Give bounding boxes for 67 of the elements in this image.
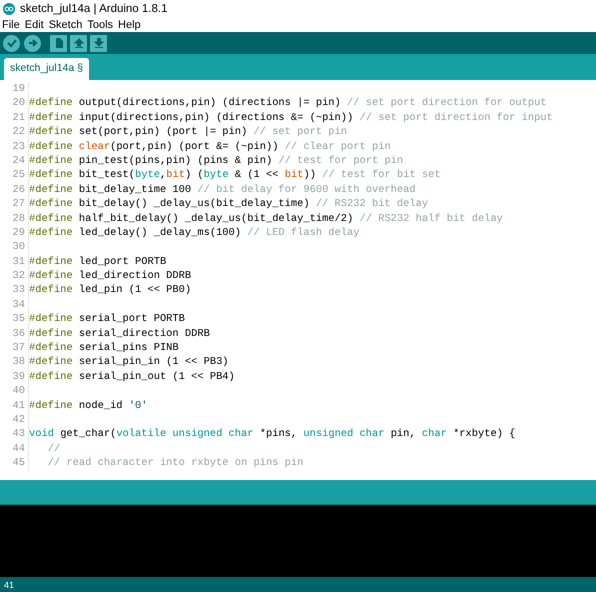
code-line: #define bit_delay() _delay_us(bit_delay_time) // RS232 bit delay — [29, 197, 428, 212]
code-line: #define bit_test(byte,bit) (byte & (1 << bit)) // test for bit set — [29, 168, 441, 183]
line-number: 42 — [0, 412, 29, 428]
line-number: 28 — [0, 212, 29, 226]
code-line: // — [46, 442, 60, 456]
check-icon — [6, 37, 18, 49]
arrow-down-icon — [92, 37, 104, 49]
file-tab[interactable]: sketch_jul14a § — [4, 58, 89, 80]
code-line: #define serial_pin_in (1 << PB3) — [29, 355, 229, 370]
line-number: 38 — [0, 355, 29, 370]
line-number: 24 — [0, 154, 29, 168]
line-number: 45 — [0, 456, 29, 471]
app-logo-icon — [3, 2, 15, 14]
line-number: 39 — [0, 370, 29, 384]
line-number: 30 — [0, 240, 29, 255]
code-line: #define led_pin (1 << PB0) — [29, 283, 192, 298]
code-line: #define pin_test(pins,pin) (pins & pin) // test for port pin — [29, 154, 404, 168]
line-number: 35 — [0, 312, 29, 327]
code-line: #define set(port,pin) (port |= pin) // set port pin — [29, 125, 348, 140]
line-number: 34 — [0, 298, 29, 312]
code-line: #define bit_delay_time 100 // bit delay for 9600 with overhead — [29, 182, 416, 198]
code-line: // read character into rxbyte on pins pin — [46, 456, 304, 471]
line-number: 33 — [0, 283, 29, 298]
arrow-right-icon — [26, 37, 38, 49]
menu-item[interactable]: File — [2, 18, 20, 30]
line-number: 20 — [0, 96, 29, 111]
code-line: #define input(directions,pin) (directions &= (~pin)) // set port direction for input — [29, 110, 553, 126]
code-line: #define serial_pin_out (1 << PB4) — [29, 370, 235, 384]
line-number: 23 — [0, 140, 29, 154]
line-number: 36 — [0, 326, 29, 342]
line-number: 43 — [0, 427, 29, 442]
line-number: 21 — [0, 110, 29, 126]
line-number: 29 — [0, 226, 29, 240]
code-line: #define node_id '0' — [29, 398, 148, 413]
line-indicator: 41 — [4, 580, 14, 590]
menu-item[interactable]: Edit — [24, 18, 44, 30]
line-number: 22 — [0, 125, 29, 140]
line-number: 25 — [0, 168, 29, 183]
menu-item[interactable]: Help — [118, 18, 141, 30]
line-number: 19 — [0, 82, 29, 96]
code-line: #define led_port PORTB — [29, 254, 166, 270]
verify-button[interactable] — [3, 34, 20, 52]
line-number: 37 — [0, 341, 29, 356]
code-line: #define serial_pins PINB — [29, 341, 179, 356]
line-number: 31 — [0, 254, 29, 270]
line-number: 41 — [0, 398, 29, 413]
menu-item[interactable]: Tools — [87, 18, 114, 30]
menu-item[interactable]: Sketch — [48, 18, 82, 30]
code-line: #define serial_direction DDRB — [29, 326, 210, 342]
code-line: #define output(directions,pin) (directions |= pin) // set port direction for output — [29, 96, 547, 111]
line-number: 44 — [0, 442, 29, 456]
upload-button[interactable] — [24, 34, 41, 52]
code-line: #define led_direction DDRB — [29, 269, 192, 284]
code-line: #define half_bit_delay() _delay_us(bit_delay_time/2) // RS232 half bit delay — [29, 212, 503, 226]
window-title: sketch_jul14a | Arduino 1.8.1 — [20, 2, 168, 14]
code-line: void get_char(volatile unsigned char *pins, unsigned char pin, char *rxbyte) { — [29, 427, 516, 442]
code-line: #define serial_port PORTB — [29, 312, 185, 327]
line-number: 40 — [0, 384, 29, 399]
arrow-up-icon — [72, 37, 84, 49]
code-line: #define clear(port,pin) (port &= (~pin)) // clear port pin — [29, 140, 391, 154]
line-number: 32 — [0, 269, 29, 284]
open-button[interactable] — [70, 34, 87, 52]
new-button[interactable] — [50, 34, 67, 52]
save-button[interactable] — [90, 34, 107, 52]
line-number: 26 — [0, 182, 29, 198]
code-line: #define led_delay() _delay_ms(100) // LED flash delay — [29, 226, 360, 240]
line-number: 27 — [0, 197, 29, 212]
